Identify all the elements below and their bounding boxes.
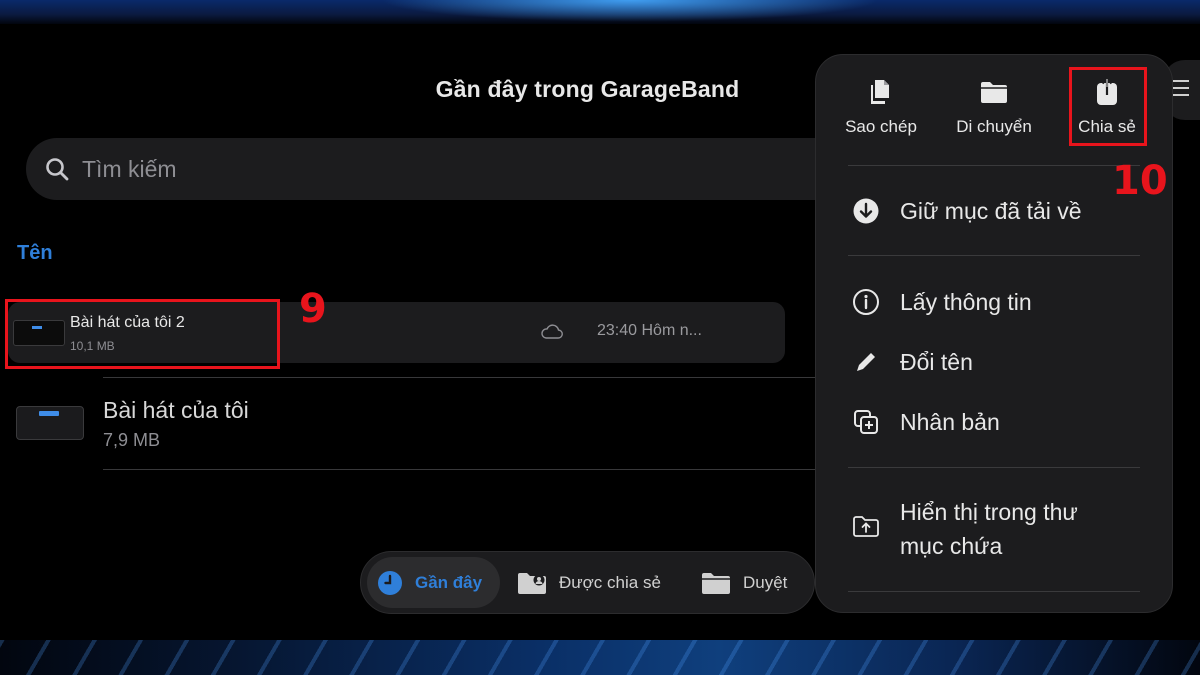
annotation-highlight-share [1069,67,1147,146]
garageband-file-thumbnail [16,406,84,440]
search-bar[interactable] [26,138,876,200]
file-name: Bài hát của tôi [103,397,249,423]
row-divider [103,469,815,470]
menu-item-label: Lấy thông tin [900,288,1032,315]
copy-label: Sao chép [845,117,917,136]
menu-item-rename[interactable]: Đổi tên [852,348,973,376]
menu-divider [848,591,1140,592]
folder-icon [702,572,730,594]
menu-item-show-in-enclosing-folder[interactable]: Hiển thị trong thư mục chứa [852,495,1078,563]
file-size: 7,9 MB [103,430,161,450]
search-icon [46,158,69,181]
menu-item-keep-downloaded[interactable]: Giữ mục đã tải về [852,197,1082,225]
tab-recents[interactable]: Gần đây [367,557,500,608]
bottom-background-graphic [0,640,1200,675]
annotation-step-10: 10 [1112,158,1168,204]
info-icon [853,289,879,315]
list-icon [1173,80,1189,82]
bottom-tab-bar: Gần đây Được chia sẻ Duyệt [360,551,815,614]
tab-browse[interactable]: Duyệt [701,557,787,608]
menu-item-label-line2: mục chứa [900,533,1003,559]
column-header-name[interactable]: Tên [17,242,53,265]
menu-item-label: Nhân bản [900,408,1000,435]
folder-icon [981,82,1007,103]
row-divider [103,377,815,378]
search-input[interactable] [82,155,682,183]
top-background-glow [0,0,1200,24]
menu-divider [848,467,1140,468]
folder-up-icon [853,516,879,537]
tab-label: Duyệt [743,572,788,592]
tab-label: Gần đây [415,572,483,592]
move-label: Di chuyển [956,117,1032,136]
icloud-icon [541,324,563,339]
menu-item-label: Đổi tên [900,348,973,375]
pencil-icon [857,353,875,371]
annotation-highlight-file [5,299,280,369]
move-button[interactable]: Di chuyển [939,77,1049,137]
menu-item-duplicate[interactable]: Nhân bản [852,408,1000,436]
tab-shared[interactable]: Được chia sẻ [517,557,661,608]
duplicate-icon [854,410,878,434]
clock-icon [378,570,402,595]
file-modified-time: 23:40 Hôm n... [597,322,702,339]
tab-label: Được chia sẻ [559,572,661,592]
annotation-step-9: 9 [299,286,327,332]
shared-folder-icon [518,572,546,594]
copy-icon [871,80,889,104]
files-app-screen: Gần đây trong GarageBand Tên Bài hát của… [0,24,1200,640]
menu-item-label: Giữ mục đã tải về [900,197,1082,224]
download-circle-icon [853,198,879,224]
menu-divider [848,165,1140,166]
menu-item-label-line1: Hiển thị trong thư [900,499,1078,525]
menu-divider [848,255,1140,256]
menu-item-get-info[interactable]: Lấy thông tin [852,288,1032,316]
copy-button[interactable]: Sao chép [826,77,936,137]
